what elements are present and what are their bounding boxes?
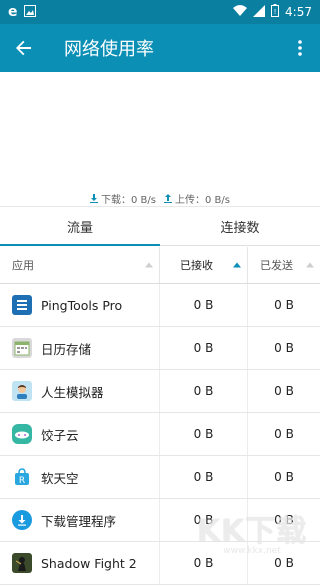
- app-cell: 日历存储: [0, 327, 160, 369]
- column-header-received[interactable]: 已接收: [160, 247, 248, 283]
- calendar-icon: [12, 338, 32, 358]
- app-name: 人生模拟器: [41, 384, 104, 400]
- sent-value: 0 B: [274, 470, 294, 484]
- image-icon: [23, 4, 36, 20]
- table-row[interactable]: 日历存储 0 B 0 B: [0, 327, 320, 370]
- status-bar-left: e: [8, 4, 36, 20]
- app-name: PingTools Pro: [41, 297, 123, 313]
- back-button[interactable]: [8, 32, 40, 64]
- received-value: 0 B: [160, 413, 248, 455]
- table-header: 应用 已接收 已发送: [0, 247, 320, 284]
- status-bar: e ! 4:57: [0, 0, 320, 24]
- app-name: 日历存储: [41, 341, 92, 357]
- received-value: 0 B: [160, 284, 248, 326]
- more-vert-icon: [298, 40, 302, 56]
- app-cell: 人生模拟器: [0, 370, 160, 412]
- svg-text:R: R: [19, 476, 25, 486]
- received-value: 0 B: [160, 327, 248, 369]
- download-arrow-icon: [90, 193, 99, 203]
- column-header-app[interactable]: 应用: [0, 247, 160, 283]
- tab-bar: 流量 连接数: [0, 206, 320, 246]
- table-row[interactable]: Shadow Fight 2 0 B 0 B: [0, 542, 320, 585]
- table-row[interactable]: 人生模拟器 0 B 0 B: [0, 370, 320, 413]
- avatar-icon: [12, 381, 32, 401]
- app-cell: 饺子云: [0, 413, 160, 455]
- sent-value: 0 B: [274, 298, 294, 312]
- app-cell: Shadow Fight 2: [0, 542, 160, 584]
- column-header-app-label: 应用: [12, 259, 34, 272]
- browser-e-icon: e: [8, 4, 18, 20]
- bag-app-icon: R: [12, 467, 32, 487]
- pingtools-icon: [12, 295, 32, 315]
- traffic-graph-area: [0, 72, 320, 206]
- speed-summary: 下载：0 B/s 上传：0 B/s: [0, 190, 320, 206]
- table-row[interactable]: PingTools Pro 0 B 0 B: [0, 284, 320, 327]
- status-time: 4:57: [285, 5, 312, 19]
- sent-value: 0 B: [274, 556, 294, 570]
- app-cell: R 软天空: [0, 456, 160, 498]
- received-value: 0 B: [160, 456, 248, 498]
- sent-value: 0 B: [274, 341, 294, 355]
- battery-icon: !: [271, 4, 280, 20]
- cloud-app-icon: [12, 424, 32, 444]
- game-icon: [12, 553, 32, 573]
- sort-arrow-icon: [306, 262, 314, 268]
- app-name: 软天空: [41, 470, 79, 486]
- app-bar: 网络使用率: [0, 24, 320, 72]
- sort-arrow-icon: [145, 262, 153, 268]
- column-header-sent-label: 已发送: [260, 259, 293, 272]
- received-value: 0 B: [160, 542, 248, 584]
- column-header-sent[interactable]: 已发送: [248, 247, 320, 283]
- table-row[interactable]: 下载管理程序 0 B 0 B: [0, 499, 320, 542]
- sent-value: 0 B: [274, 384, 294, 398]
- upload-speed-label: 上传：0 B/s: [175, 194, 230, 206]
- arrow-back-icon: [16, 40, 31, 56]
- wifi-icon: [233, 4, 248, 20]
- received-value: 0 B: [160, 499, 248, 541]
- table-row[interactable]: 饺子云 0 B 0 B: [0, 413, 320, 456]
- app-cell: PingTools Pro: [0, 284, 160, 326]
- tab-traffic[interactable]: 流量: [0, 207, 160, 246]
- svg-text:!: !: [274, 8, 277, 16]
- sort-arrow-active-icon: [233, 262, 241, 268]
- received-value: 0 B: [160, 370, 248, 412]
- app-name: Shadow Fight 2: [41, 555, 137, 571]
- upload-speed: 上传：0 B/s: [164, 191, 230, 206]
- tab-connections[interactable]: 连接数: [160, 207, 320, 245]
- app-name: 下载管理程序: [41, 513, 117, 529]
- download-speed: 下载：0 B/s: [90, 191, 156, 206]
- overflow-menu-button[interactable]: [288, 32, 312, 64]
- app-list: PingTools Pro 0 B 0 B 日历存储 0 B 0 B 人生模拟器…: [0, 284, 320, 585]
- signal-icon: [253, 4, 266, 20]
- upload-arrow-icon: [164, 193, 172, 203]
- column-header-received-label: 已接收: [180, 259, 213, 272]
- status-bar-right: ! 4:57: [233, 4, 312, 20]
- sent-value: 0 B: [274, 427, 294, 441]
- app-cell: 下载管理程序: [0, 499, 160, 541]
- page-title: 网络使用率: [64, 39, 154, 60]
- download-speed-label: 下载：0 B/s: [101, 194, 156, 206]
- download-manager-icon: [12, 510, 32, 530]
- app-name: 饺子云: [41, 427, 79, 443]
- table-row[interactable]: R 软天空 0 B 0 B: [0, 456, 320, 499]
- sent-value: 0 B: [274, 513, 294, 527]
